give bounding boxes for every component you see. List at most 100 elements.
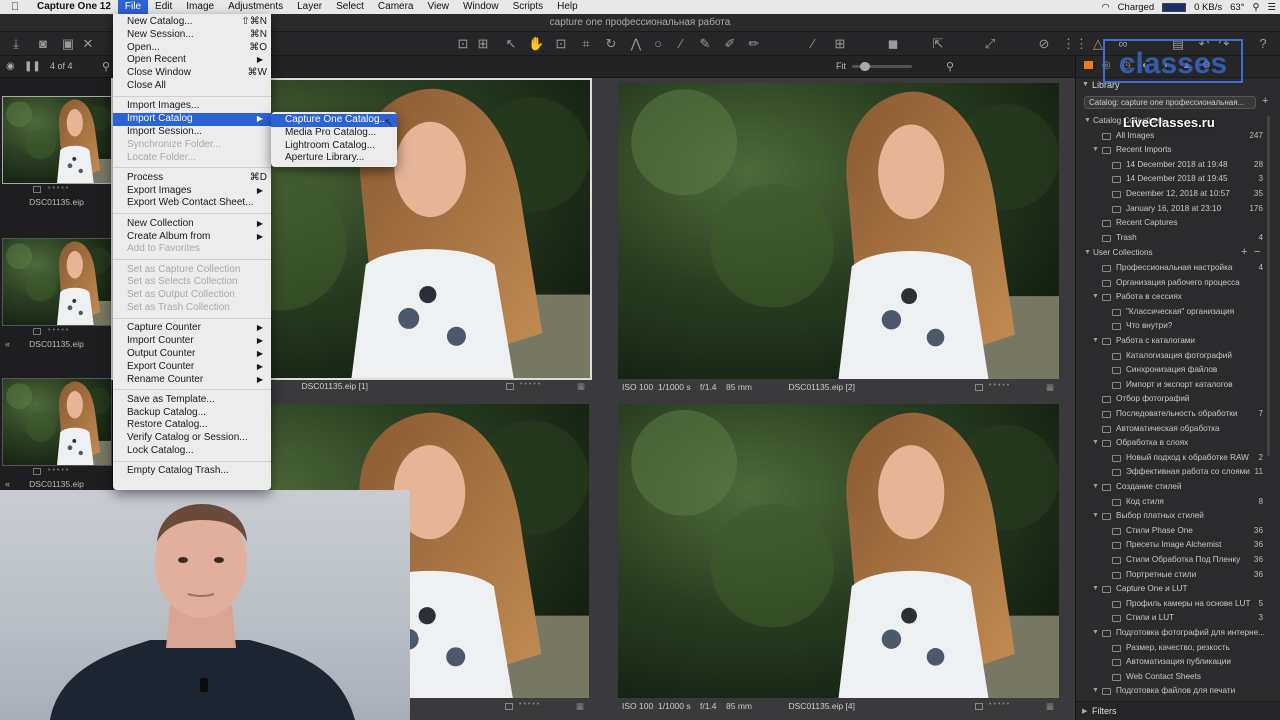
expand-icon[interactable]: ⤢ (982, 36, 998, 52)
collection-item[interactable]: ▼ Обработка в слоях (1076, 436, 1280, 451)
collection-item[interactable]: Эффективная работа со слоями 11 (1076, 465, 1280, 480)
file-menu-item[interactable]: Create Album from ▶ (113, 231, 271, 244)
keystone-tool-icon[interactable]: ⋀ (628, 36, 644, 52)
thumb-checkbox[interactable] (33, 468, 41, 475)
zoom-tool-icon[interactable]: ⊡ (553, 36, 569, 52)
loupe-icon[interactable]: ⊘ (1036, 36, 1052, 52)
file-menu-item[interactable]: New Session... ⌘N (113, 29, 271, 42)
thumb-rating[interactable]: ••••• (48, 467, 70, 474)
menubar-item-edit[interactable]: Edit (148, 0, 179, 14)
collection-item[interactable]: "Классическая" организация (1076, 305, 1280, 320)
picker-tool-icon[interactable]: ⁄ (673, 36, 689, 52)
import-icon[interactable]: ⤓ (8, 36, 24, 52)
zoom-slider-knob[interactable] (860, 62, 870, 71)
copy-adjustments-icon[interactable]: ⁄ (805, 36, 821, 52)
photo-options-icon[interactable]: ▦ (577, 381, 585, 392)
collection-item[interactable]: Стили и LUT 3 (1076, 611, 1280, 626)
collection-item[interactable]: Последовательность обработки 7 (1076, 407, 1280, 422)
collection-item[interactable]: Организация рабочего процесса (1076, 276, 1280, 291)
import-catalog-option[interactable]: Capture One Catalog... (271, 114, 397, 127)
crop-tool-icon[interactable]: ⌗ (578, 36, 594, 52)
file-menu-item[interactable]: Export Counter ▶ (113, 361, 271, 374)
menubar-item-image[interactable]: Image (179, 0, 221, 14)
spotlight-icon[interactable]: ⚲ (1253, 2, 1260, 13)
collection-item[interactable]: Web Contact Sheets (1076, 670, 1280, 685)
file-menu-item[interactable]: Import Session... (113, 126, 271, 139)
section-collapse-icon[interactable]: ▼ (1084, 114, 1091, 129)
import-catalog-option[interactable]: Lightroom Catalog... (271, 140, 397, 153)
file-menu-item[interactable]: Set as Trash Collection (113, 302, 271, 315)
file-menu-item[interactable]: Save as Template... (113, 394, 271, 407)
add-catalog-icon[interactable]: + (1262, 95, 1268, 107)
collection-expand-icon[interactable]: ▼ (1092, 626, 1099, 641)
file-menu-item[interactable]: Close All (113, 80, 271, 93)
collection-item[interactable]: Recent Captures (1076, 216, 1280, 231)
file-menu-item[interactable]: Backup Catalog... (113, 407, 271, 420)
file-menu-item[interactable]: Open... ⌘O (113, 42, 271, 55)
photo-frame[interactable] (618, 404, 1059, 698)
file-menu-item[interactable]: Import Catalog ▶ (113, 113, 271, 126)
filmstrip-thumb[interactable] (2, 238, 112, 326)
viewer-search-icon[interactable]: ⚲ (946, 60, 954, 73)
file-menu-item[interactable]: Set as Selects Collection (113, 276, 271, 289)
battery-label[interactable]: Charged (1118, 2, 1154, 13)
section-collapse-icon[interactable]: ▼ (1084, 246, 1091, 261)
help-icon[interactable]: ? (1255, 36, 1271, 52)
collection-item[interactable]: Портретные стили 36 (1076, 568, 1280, 583)
collapse-arrow-icon[interactable]: « (5, 479, 10, 489)
file-menu-item[interactable]: New Collection ▶ (113, 218, 271, 231)
collection-item[interactable]: ▼ Создание стилей (1076, 480, 1280, 495)
add-collection-icon[interactable]: + (1241, 245, 1247, 260)
file-menu-item[interactable]: Set as Capture Collection (113, 264, 271, 277)
collections-section-header[interactable]: ▼ User Collections + − (1076, 246, 1280, 261)
file-menu-item[interactable]: Close Window ⌘W (113, 67, 271, 80)
collection-item[interactable]: ▼ Выбор платных стилей (1076, 509, 1280, 524)
collection-item[interactable]: ▼ Recent Imports (1076, 143, 1280, 158)
library-collapse-icon[interactable]: ▼ (1082, 81, 1089, 88)
file-menu-item[interactable]: New Catalog... ⇧⌘N (113, 16, 271, 29)
file-menu-item[interactable]: Process ⌘D (113, 172, 271, 185)
file-menu-item[interactable]: Import Images... (113, 100, 271, 113)
pan-tool-icon[interactable]: ✋ (528, 36, 544, 52)
menubar-item-camera[interactable]: Camera (371, 0, 421, 14)
collection-item[interactable]: Trash 4 (1076, 231, 1280, 246)
collection-expand-icon[interactable]: ▼ (1092, 143, 1099, 158)
photo-options-icon[interactable]: ▦ (1046, 701, 1054, 712)
filmstrip-thumb[interactable] (2, 96, 112, 184)
proof-icon[interactable]: ◼ (885, 36, 901, 52)
menubar-item-view[interactable]: View (421, 0, 457, 14)
collection-item[interactable]: Профессиональная настройка 4 (1076, 261, 1280, 276)
collection-expand-icon[interactable]: ▼ (1092, 509, 1099, 524)
collection-item[interactable]: Автоматизация публикации (1076, 655, 1280, 670)
file-menu-item[interactable]: Verify Catalog or Session... (113, 432, 271, 445)
collection-item[interactable]: Новый подход к обработке RAW 2 (1076, 451, 1280, 466)
camera-icon[interactable]: ◙ (35, 36, 51, 52)
collection-item[interactable]: ▼ Подготовка фотографий для интерне... (1076, 626, 1280, 641)
photo-select-checkbox[interactable] (505, 703, 513, 710)
file-menu-item[interactable]: Output Counter ▶ (113, 348, 271, 361)
collection-item[interactable]: Что внутри? (1076, 319, 1280, 334)
collection-item[interactable]: Стили Обработка Под Пленку 36 (1076, 553, 1280, 568)
file-menu-item[interactable]: Set as Output Collection (113, 289, 271, 302)
import-catalog-option[interactable]: Aperture Library... (271, 152, 397, 165)
menubar-app-name[interactable]: Capture One 12 (30, 0, 118, 14)
collection-item[interactable]: December 12, 2018 at 10:57 35 (1076, 187, 1280, 202)
collection-item[interactable]: 14 December 2018 at 19:48 28 (1076, 158, 1280, 173)
file-menu-item[interactable]: Rename Counter ▶ (113, 374, 271, 387)
photo-select-checkbox[interactable] (975, 703, 983, 710)
collection-expand-icon[interactable]: ▼ (1092, 480, 1099, 495)
filters-section[interactable]: ▶ Filters (1076, 701, 1280, 720)
photo-rating[interactable]: ••••• (989, 382, 1011, 389)
collection-item[interactable]: Профиль камеры на основе LUT 5 (1076, 597, 1280, 612)
library-tab-icon[interactable] (1084, 61, 1093, 69)
rotate-tool-icon[interactable]: ↻ (603, 36, 619, 52)
menubar-item-scripts[interactable]: Scripts (506, 0, 551, 14)
photo-select-checkbox[interactable] (506, 383, 514, 390)
file-menu-item[interactable]: Synchronize Folder... (113, 139, 271, 152)
search-icon[interactable]: ⚲ (102, 60, 110, 73)
photo-rating[interactable]: ••••• (519, 701, 541, 708)
photo-select-checkbox[interactable] (975, 384, 983, 391)
file-menu-item[interactable]: Locate Folder... (113, 152, 271, 165)
collapse-arrow-icon[interactable]: « (5, 339, 10, 349)
file-menu-item[interactable]: Export Images ▶ (113, 185, 271, 198)
